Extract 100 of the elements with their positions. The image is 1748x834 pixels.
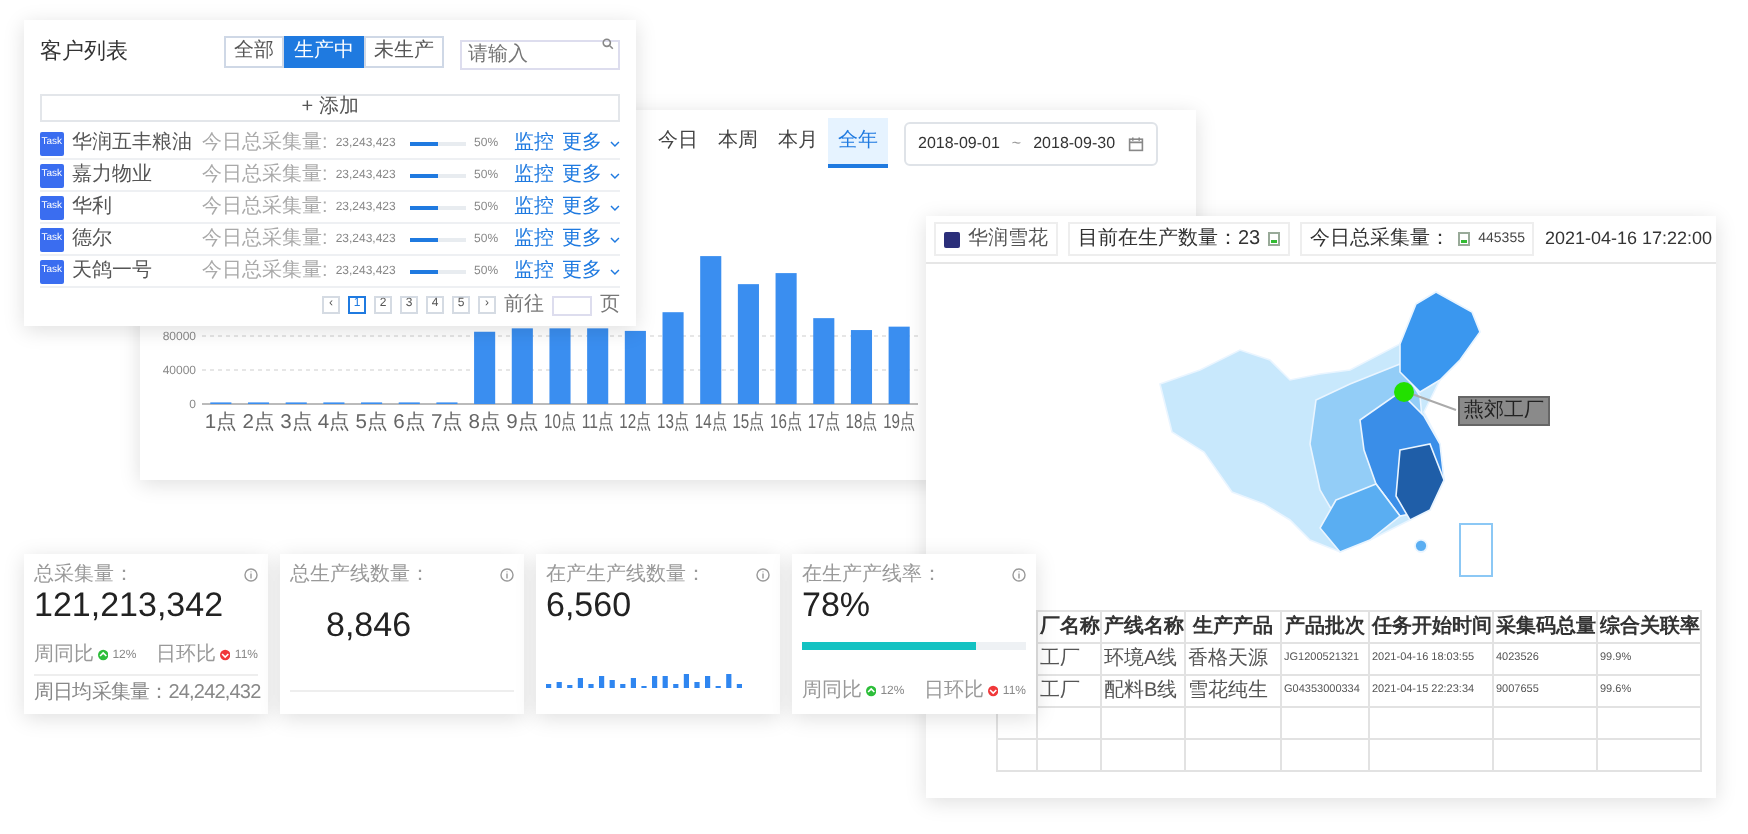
monitor-link[interactable]: 监控 [514, 228, 555, 250]
column-header: 任务开始时间 [1369, 611, 1493, 643]
bar [813, 318, 835, 404]
period-tab[interactable]: 本周 [708, 118, 768, 168]
filter-tab[interactable]: 未生产 [364, 36, 444, 68]
filter-tab[interactable]: 全部 [224, 36, 284, 68]
bar [549, 328, 571, 404]
stat-label: 总采集量： [34, 564, 134, 586]
bar [511, 328, 533, 404]
axis-label: 9点 [506, 412, 538, 434]
location-dot [1394, 382, 1414, 402]
monitor-link[interactable]: 监控 [514, 196, 555, 218]
page-number-field[interactable] [552, 295, 592, 315]
metric-label: 今日总采集量: [202, 260, 328, 282]
bar [775, 273, 797, 404]
info-icon [500, 568, 514, 582]
column-header: 生产产品 [1185, 611, 1281, 643]
calendar-icon [1127, 135, 1144, 151]
card-title: 客户列表 [40, 39, 128, 65]
date-range-field[interactable]: 2018-09-01 ~ 2018-09-30 [904, 121, 1158, 165]
caret-icon [610, 267, 620, 275]
goto-label: 前往 [504, 294, 544, 316]
bar [474, 331, 496, 404]
customer-name: 华利 [71, 196, 114, 218]
period-tab[interactable]: 本月 [768, 118, 828, 168]
column-header: 产品批次 [1281, 611, 1369, 643]
customer-name: 德尔 [71, 228, 114, 250]
axis-label: 11点 [581, 412, 623, 434]
bar [587, 328, 609, 404]
add-button[interactable]: + 添加 [40, 94, 620, 122]
info-icon [1012, 568, 1026, 582]
page-suffix: 页 [600, 294, 620, 316]
table-cell: 配料B线 [1104, 680, 1178, 702]
more-link[interactable]: 更多 [562, 228, 603, 250]
axis-label: 2点 [242, 412, 274, 434]
stat-label: 在产生产线数量： [546, 564, 706, 586]
table-cell: 工厂 [1040, 680, 1080, 702]
marker-label: 燕郊工厂 [1458, 396, 1550, 426]
bar [662, 312, 684, 404]
bar [850, 330, 873, 404]
info-icon [756, 568, 770, 582]
info-icon [244, 568, 258, 582]
trend-label: 日环比 [924, 680, 985, 702]
table-cell: 香格天源 [1188, 648, 1268, 670]
producing-count: 目前在生产数量：23 [1078, 228, 1261, 250]
stat-footer: 周日均采集量：24,242,432 [34, 674, 258, 704]
axis-label: 6点 [393, 412, 425, 434]
monitor-link[interactable]: 监控 [514, 260, 555, 282]
logo-icon [944, 231, 960, 247]
period-tab[interactable]: 今日 [648, 118, 708, 168]
caret-icon [610, 203, 620, 211]
caret-icon [610, 139, 620, 147]
period-tab[interactable]: 全年 [828, 118, 888, 168]
filter-tab[interactable]: 生产中 [284, 36, 364, 68]
trend-label: 日环比 [156, 644, 217, 666]
bar [888, 326, 910, 404]
axis-label: 3点 [280, 412, 312, 434]
stat-label: 总生产线数量： [290, 564, 430, 586]
axis-label: 1点 [204, 412, 236, 434]
axis-label: 19点 [883, 412, 926, 434]
bar [624, 330, 646, 404]
total-label: 今日总采集量： [1310, 228, 1451, 250]
stat-value: 8,846 [326, 606, 414, 647]
more-link[interactable]: 更多 [562, 132, 603, 154]
column-header: 采集码总量 [1493, 611, 1597, 643]
customer-name: 天鸽一号 [71, 260, 154, 282]
stat-value: 121,213,342 [34, 586, 226, 627]
datetime-text: 2021-04-16 17:22:00 [1544, 225, 1713, 252]
metric-label: 今日总采集量: [202, 164, 328, 186]
table-cell: 雪花纯生 [1188, 680, 1268, 702]
stat-label: 在生产产线率： [802, 564, 942, 586]
trend-label: 周同比 [802, 680, 862, 702]
inset-map-frame [1459, 523, 1493, 577]
table-cell: 工厂 [1040, 648, 1080, 670]
bar [737, 284, 759, 404]
search-icon [602, 38, 614, 50]
brand-name: 华润雪花 [968, 228, 1048, 250]
caret-icon [610, 235, 620, 243]
customer-name: 华润五丰粮油 [71, 132, 194, 154]
more-link[interactable]: 更多 [562, 260, 603, 282]
more-link[interactable]: 更多 [562, 196, 603, 218]
table-cell: 环境A线 [1104, 648, 1178, 670]
metric-label: 今日总采集量: [202, 196, 328, 218]
column-header: 综合关联率 [1597, 611, 1701, 643]
metric-label: 今日总采集量: [202, 132, 328, 154]
monitor-link[interactable]: 监控 [514, 164, 555, 186]
caret-icon [610, 171, 620, 179]
image-icon [1268, 232, 1281, 246]
customer-name: 嘉力物业 [71, 164, 154, 186]
leader-line [1411, 393, 1457, 411]
axis-label: 8点 [468, 412, 500, 434]
axis-label: 5点 [355, 412, 387, 434]
trend-label: 周同比 [34, 644, 94, 666]
stat-value: 6,560 [546, 586, 634, 627]
metric-label: 今日总采集量: [202, 228, 328, 250]
axis-label: 7点 [430, 412, 463, 434]
more-link[interactable]: 更多 [562, 164, 603, 186]
search-field[interactable]: 请输入 [460, 40, 620, 70]
axis-label: 4点 [317, 412, 349, 434]
monitor-link[interactable]: 监控 [514, 132, 555, 154]
